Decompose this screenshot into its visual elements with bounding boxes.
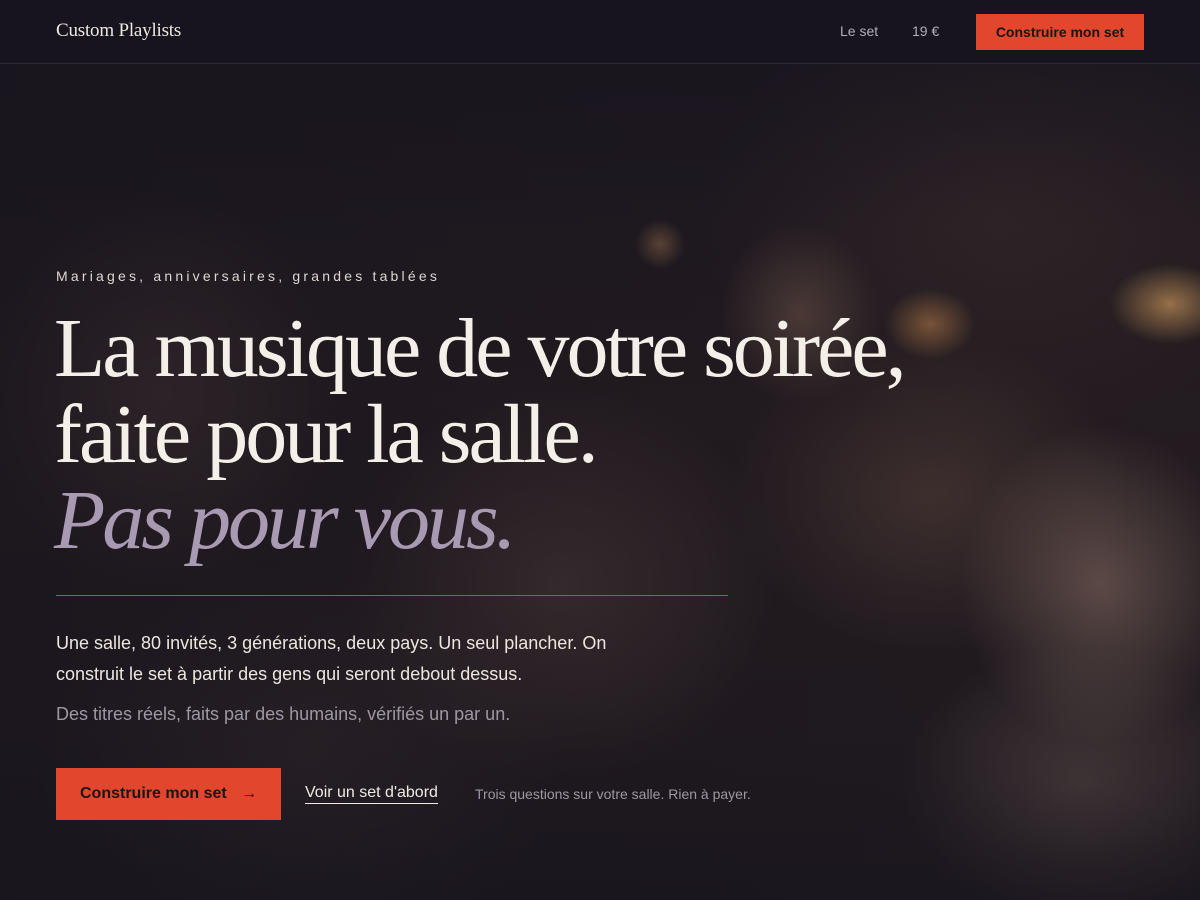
build-set-button[interactable]: Construire mon set → — [56, 768, 281, 820]
see-sample-set-link[interactable]: Voir un set d'abord — [305, 784, 438, 804]
header-build-set-button[interactable]: Construire mon set — [976, 14, 1144, 50]
cta-note: Trois questions sur votre salle. Rien à … — [475, 786, 751, 802]
hero-divider — [56, 595, 728, 596]
hero-eyebrow: Mariages, anniversaires, grandes tablées — [56, 268, 441, 284]
hero-subtext: Des titres réels, faits par des humains,… — [56, 704, 511, 724]
top-navigation-bar: Custom Playlists Le set 19 € Construire … — [0, 0, 1200, 64]
headline-line-3-accent: Pas pour vous. — [54, 474, 517, 567]
brand-logo[interactable]: Custom Playlists — [56, 20, 181, 42]
headline-line-2: faite pour la salle. — [54, 388, 599, 481]
nav-link-price[interactable]: 19 € — [912, 23, 939, 39]
hero-lede: Une salle, 80 invités, 3 générations, de… — [56, 633, 607, 684]
build-set-button-label: Construire mon set — [80, 785, 227, 802]
hero-headline: La musique de votre soirée, faite pour l… — [54, 306, 954, 564]
arrow-right-icon: → — [241, 785, 258, 802]
headline-line-1: La musique de votre soirée, — [54, 302, 907, 395]
landing-page: Custom Playlists Le set 19 € Construire … — [0, 0, 1200, 900]
nav-link-le-set[interactable]: Le set — [840, 23, 878, 39]
